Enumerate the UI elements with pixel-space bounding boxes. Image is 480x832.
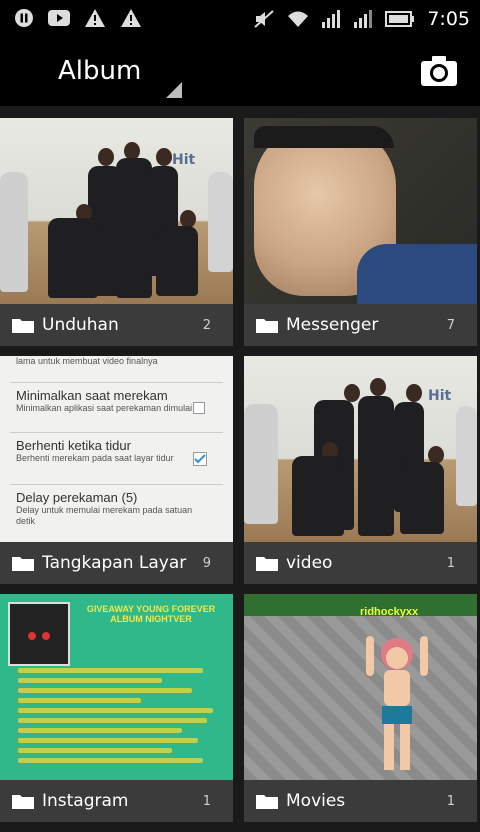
album-name: Instagram: [42, 791, 129, 811]
album-count: 1: [202, 793, 211, 809]
thumbnail-sign-text: Hit: [428, 388, 452, 404]
album-label-bar: Messenger 7: [244, 304, 477, 346]
setting-title: Berhenti ketika tidur: [16, 438, 131, 453]
warning-icon: [121, 9, 141, 27]
signal-icon: [322, 10, 341, 28]
album-count: 1: [446, 555, 455, 571]
checked-checkbox-icon: [193, 452, 207, 466]
album-count: 2: [202, 317, 211, 333]
album-thumbnail: GIVEAWAY YOUNG FOREVER ALBUM NIGHTVER: [0, 594, 233, 780]
album-label-bar: Tangkapan Layar 9: [0, 542, 233, 584]
folder-icon: [12, 319, 34, 333]
folder-icon: [12, 795, 34, 809]
album-tile-movies[interactable]: ridhockyxx Movies 1: [244, 594, 477, 822]
pause-icon: [15, 9, 33, 27]
folder-icon: [256, 795, 278, 809]
battery-icon: [385, 11, 415, 27]
mute-icon: [254, 10, 274, 28]
album-name: video: [286, 553, 333, 573]
album-label-bar: Instagram 1: [0, 780, 233, 822]
setting-subtitle: Berhenti merekam pada saat layar tidur: [16, 453, 174, 463]
album-name: Messenger: [286, 315, 379, 335]
checkbox-icon: [193, 402, 205, 414]
album-thumbnail: Hit: [244, 356, 477, 542]
youtube-icon: [48, 10, 70, 26]
album-grid: Hit Unduhan 2 Messenger 7 lama untuk mem…: [0, 106, 480, 832]
album-label-bar: video 1: [244, 542, 477, 584]
folder-icon: [256, 557, 278, 571]
album-name: Tangkapan Layar: [42, 553, 187, 573]
warning-icon: [85, 9, 105, 27]
dropdown-indicator-icon: [166, 82, 182, 98]
setting-subtitle: lama untuk membuat video finalnya: [16, 356, 158, 366]
album-name: Unduhan: [42, 315, 119, 335]
album-tile-instagram[interactable]: GIVEAWAY YOUNG FOREVER ALBUM NIGHTVER In…: [0, 594, 233, 822]
album-name: Movies: [286, 791, 346, 811]
giveaway-title: GIVEAWAY YOUNG FOREVER ALBUM NIGHTVER: [86, 604, 216, 624]
album-thumbnail: lama untuk membuat video finalnya Minima…: [0, 356, 233, 542]
album-label-bar: Movies 1: [244, 780, 477, 822]
album-tile-unduhan[interactable]: Hit Unduhan 2: [0, 118, 233, 346]
action-bar: Album: [0, 38, 480, 106]
album-tile-tangkapan-layar[interactable]: lama untuk membuat video finalnya Minima…: [0, 356, 233, 584]
wifi-icon: [288, 11, 309, 27]
setting-title: Minimalkan saat merekam: [16, 388, 168, 403]
signal-icon: [354, 10, 373, 28]
folder-icon: [256, 319, 278, 333]
setting-subtitle: Delay untuk memulai merekam pada satuan …: [16, 505, 193, 526]
folder-icon: [12, 557, 34, 571]
page-title: Album: [58, 56, 142, 86]
setting-title: Delay perekaman (5): [16, 490, 138, 505]
album-cover-image: [8, 602, 70, 666]
thumbnail-sign-text: Hit: [172, 152, 196, 168]
player-name: ridhockyxx: [360, 606, 419, 618]
camera-icon[interactable]: [420, 54, 458, 88]
album-tile-video[interactable]: Hit video 1: [244, 356, 477, 584]
album-count: 9: [202, 555, 211, 571]
album-thumbnail: ridhockyxx: [244, 594, 477, 780]
album-count: 7: [446, 317, 455, 333]
clock: 7:05: [427, 8, 470, 30]
album-thumbnail: Hit: [0, 118, 233, 304]
giveaway-text-block: [18, 668, 223, 768]
game-avatar: [366, 636, 428, 770]
status-bar: 7:05: [0, 0, 480, 38]
album-tile-messenger[interactable]: Messenger 7: [244, 118, 477, 346]
album-count: 1: [446, 793, 455, 809]
setting-subtitle: Minimalkan aplikasi saat perekaman dimul…: [16, 403, 193, 413]
album-label-bar: Unduhan 2: [0, 304, 233, 346]
album-thumbnail: [244, 118, 477, 304]
